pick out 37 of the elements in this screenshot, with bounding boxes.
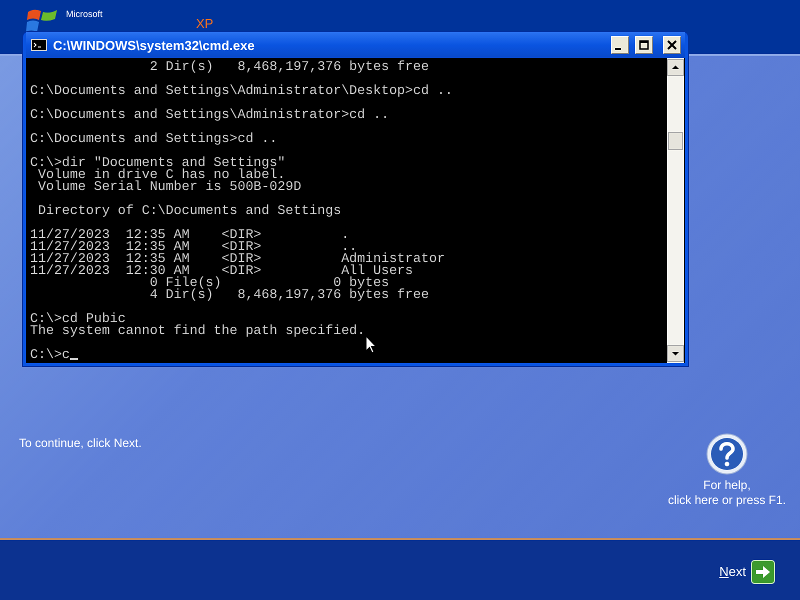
console-line: C:\Documents and Settings\Administrator>cd .. bbox=[30, 109, 390, 121]
console-line: C:\Documents and Settings>cd .. bbox=[30, 133, 278, 145]
maximize-button[interactable] bbox=[635, 36, 653, 54]
console-line: Volume Serial Number is 500B-029D bbox=[36, 181, 302, 193]
minimize-icon bbox=[615, 48, 621, 50]
logo-edition: XP bbox=[196, 16, 214, 31]
console-line: The system cannot find the path specified. bbox=[30, 325, 366, 337]
close-button[interactable] bbox=[663, 36, 681, 54]
scroll-down-icon[interactable] bbox=[667, 345, 684, 362]
maximize-icon bbox=[639, 40, 649, 50]
console-line: Directory of C:\Documents and Settings bbox=[36, 205, 342, 217]
console-line: 4 Dir(s) 8,468,197,376 bytes free bbox=[148, 289, 429, 301]
console-line: C:\>dir "Documents and Settings" bbox=[30, 157, 286, 169]
close-icon bbox=[667, 40, 677, 50]
mouse-pointer-icon bbox=[365, 335, 377, 354]
console-line: 0 File(s) 0 bytes bbox=[148, 277, 390, 289]
console-line: C:\>cd Pubic bbox=[30, 313, 126, 325]
help-link[interactable]: For help, click here or press F1. bbox=[668, 478, 786, 508]
scroll-up-icon[interactable] bbox=[667, 59, 684, 76]
window-title: C:\WINDOWS\system32\cmd.exe bbox=[53, 38, 255, 52]
console-line: C:\Documents and Settings\Administrator\Desktop>cd .. bbox=[30, 85, 453, 97]
console-icon bbox=[31, 39, 47, 51]
logo-maker: Microsoft bbox=[66, 9, 103, 19]
console-line: 2 Dir(s) 8,468,197,376 bytes free bbox=[148, 61, 429, 73]
minimize-button[interactable] bbox=[611, 36, 629, 54]
console-line: 11/27/2023 12:30 AM <DIR> All Users bbox=[30, 265, 414, 277]
scrollbar[interactable] bbox=[667, 58, 684, 363]
scroll-thumb[interactable] bbox=[668, 132, 683, 150]
console-line: 11/27/2023 12:35 AM <DIR> . bbox=[30, 229, 350, 241]
instruction-text: To continue, click Next. bbox=[19, 436, 142, 450]
command-input[interactable]: C:\>c bbox=[30, 349, 70, 361]
text-cursor bbox=[70, 358, 78, 360]
help-icon[interactable] bbox=[704, 432, 749, 476]
console-line: Volume in drive C has no label. bbox=[36, 169, 286, 181]
next-link[interactable]: Next bbox=[719, 564, 746, 579]
console-line: 11/27/2023 12:35 AM <DIR> Administrator bbox=[30, 253, 445, 265]
console-line: 11/27/2023 12:35 AM <DIR> .. bbox=[30, 241, 358, 253]
